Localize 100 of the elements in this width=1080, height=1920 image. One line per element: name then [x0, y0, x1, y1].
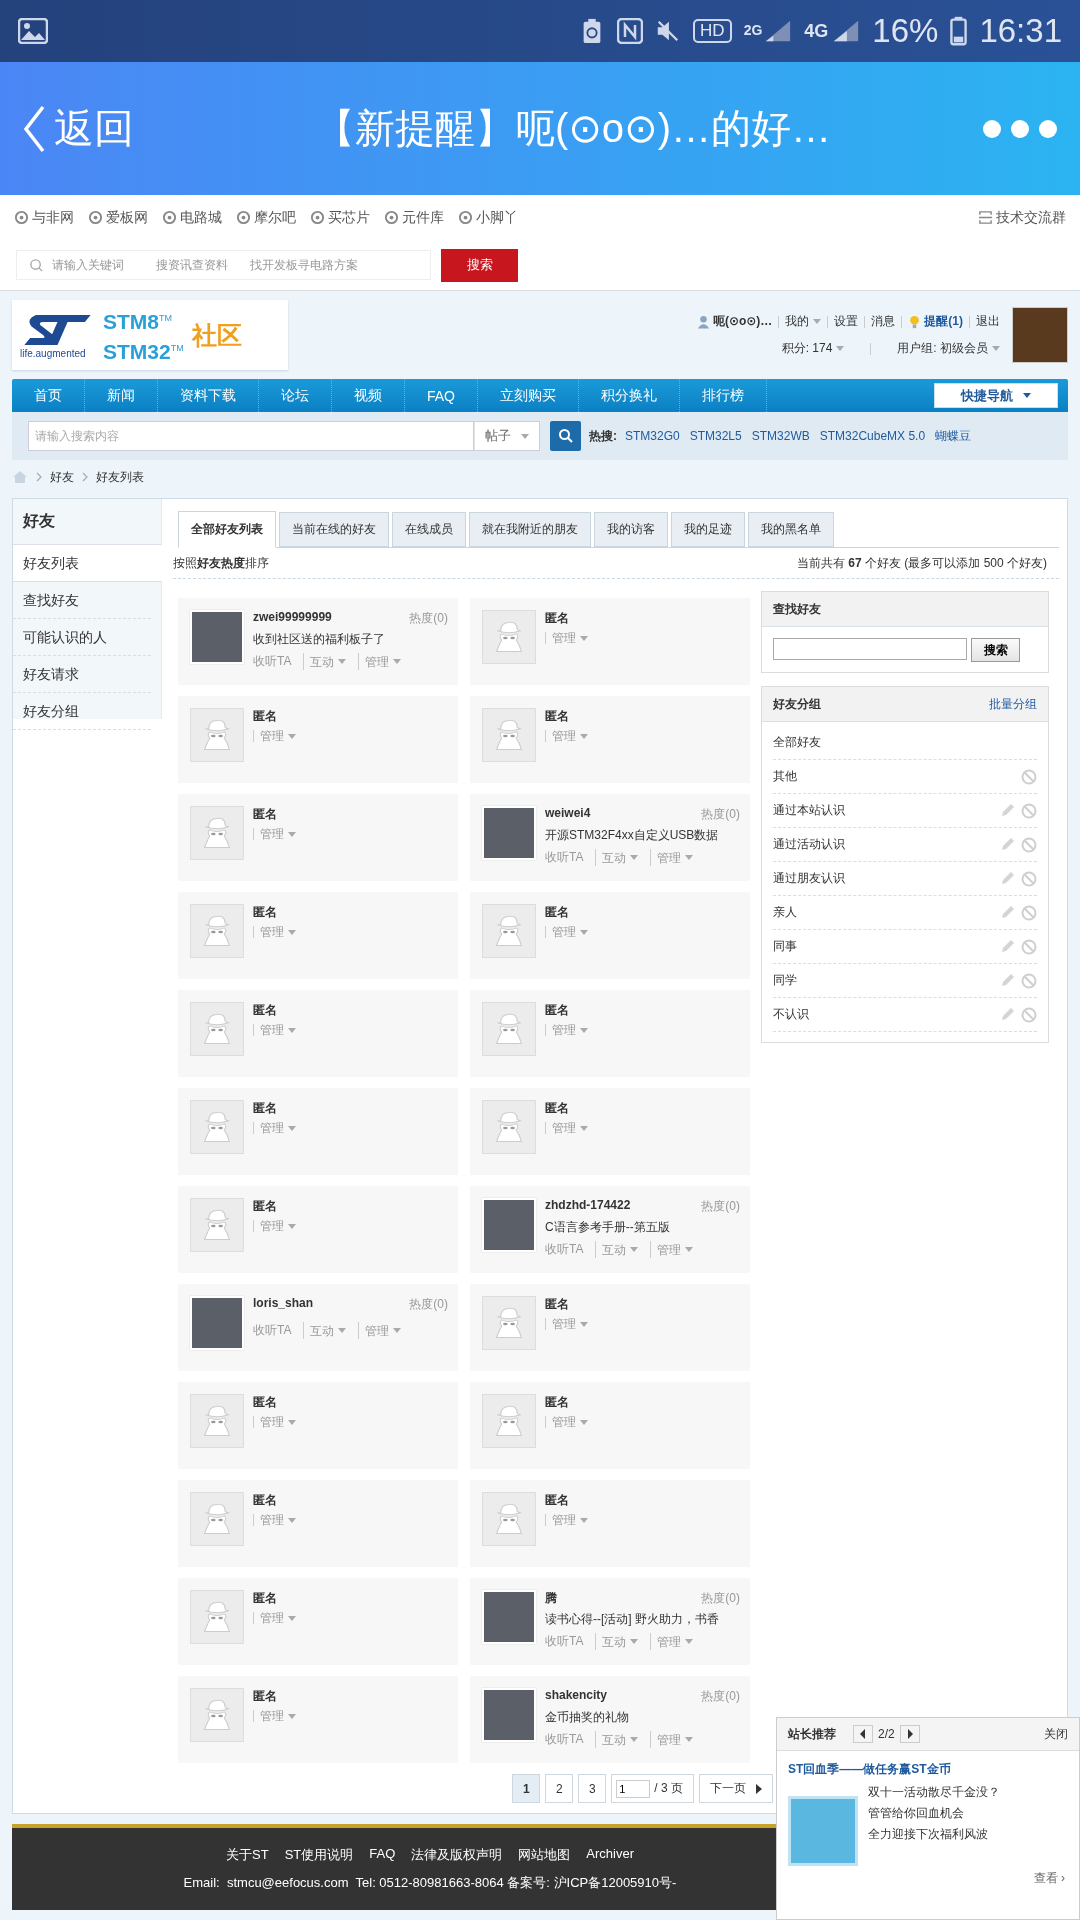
- anonymous-avatar-icon[interactable]: [190, 1688, 244, 1742]
- footer-link[interactable]: FAQ: [369, 1846, 396, 1864]
- anonymous-avatar-icon[interactable]: [482, 1296, 536, 1350]
- friend-name[interactable]: 匿名: [253, 1688, 277, 1705]
- sidebar-item[interactable]: 可能认识的人: [13, 619, 151, 656]
- alerts-link[interactable]: 提醒(1): [924, 313, 963, 330]
- search-field[interactable]: 请输入搜索内容: [28, 421, 474, 451]
- anonymous-avatar-icon[interactable]: [482, 610, 536, 664]
- tab[interactable]: 我的黑名单: [748, 512, 834, 547]
- sidebar-item[interactable]: 查找好友: [13, 582, 151, 619]
- breadcrumb-link[interactable]: 好友: [50, 468, 74, 486]
- site-link[interactable]: 摩尔吧: [236, 208, 296, 227]
- pencil-icon[interactable]: [999, 904, 1015, 921]
- friend-name[interactable]: 匿名: [545, 904, 569, 921]
- page-link[interactable]: 3: [578, 1774, 607, 1803]
- next-page-button[interactable]: 下一页: [699, 1774, 773, 1803]
- tab[interactable]: 在线成员: [392, 512, 466, 547]
- anonymous-avatar-icon[interactable]: [482, 1002, 536, 1056]
- tab[interactable]: 当前在线的好友: [279, 512, 389, 547]
- friend-name[interactable]: zhdzhd-174422: [545, 1198, 631, 1215]
- site-link[interactable]: 元件库: [384, 208, 444, 227]
- next-icon[interactable]: [899, 1725, 920, 1743]
- footer-link[interactable]: 网站地图: [518, 1846, 571, 1864]
- anonymous-avatar-icon[interactable]: [190, 1394, 244, 1448]
- friend-name[interactable]: shakencity: [545, 1688, 608, 1705]
- prohibited-icon[interactable]: [1021, 1006, 1037, 1023]
- view-more-link[interactable]: 查看 ›: [1019, 1866, 1079, 1891]
- group-item[interactable]: 同学: [773, 972, 797, 989]
- friend-name[interactable]: 匿名: [545, 1002, 569, 1019]
- tab[interactable]: 我的足迹: [671, 512, 745, 547]
- hot-search-link[interactable]: STM32G0: [625, 429, 680, 443]
- prohibited-icon[interactable]: [1021, 938, 1037, 955]
- scope-dropdown[interactable]: 帖子: [474, 421, 540, 451]
- group-item[interactable]: 通过本站认识: [773, 802, 845, 819]
- group-item[interactable]: 通过朋友认识: [773, 870, 845, 887]
- friend-name[interactable]: zwei99999999: [253, 610, 332, 627]
- anonymous-avatar-icon[interactable]: [190, 1198, 244, 1252]
- find-friend-field[interactable]: [773, 638, 967, 660]
- anonymous-avatar-icon[interactable]: [190, 1590, 244, 1644]
- messages-link[interactable]: 消息: [871, 313, 896, 330]
- friend-name[interactable]: 匿名: [545, 1394, 569, 1411]
- friend-name[interactable]: 匿名: [253, 1590, 277, 1607]
- quick-nav-button[interactable]: 快捷导航: [934, 383, 1058, 408]
- pencil-icon[interactable]: [999, 836, 1015, 853]
- group-item[interactable]: 其他: [773, 768, 797, 785]
- footer-link[interactable]: 关于ST: [226, 1846, 269, 1864]
- site-link[interactable]: 买芯片: [310, 208, 370, 227]
- prohibited-icon[interactable]: [1021, 870, 1037, 887]
- page-input-field[interactable]: 1: [616, 1779, 651, 1798]
- anonymous-avatar-icon[interactable]: [190, 1492, 244, 1546]
- pencil-icon[interactable]: [999, 938, 1015, 955]
- anonymous-avatar-icon[interactable]: [190, 904, 244, 958]
- tab[interactable]: 就在我附近的朋友: [469, 512, 591, 547]
- hot-search-link[interactable]: STM32CubeMX 5.0: [819, 429, 926, 443]
- friend-name[interactable]: 匿名: [253, 1394, 277, 1411]
- sidebar-item[interactable]: 好友列表: [13, 545, 162, 582]
- friend-name[interactable]: 腾: [545, 1590, 557, 1607]
- hot-search-link[interactable]: 蝴蝶豆: [935, 427, 972, 445]
- friend-name[interactable]: loris_shan: [253, 1296, 314, 1313]
- anonymous-avatar-icon[interactable]: [482, 1100, 536, 1154]
- close-link[interactable]: 关闭: [1044, 1725, 1068, 1743]
- promo-image-placeholder[interactable]: [788, 1796, 858, 1866]
- settings-link[interactable]: 设置: [834, 313, 859, 330]
- page-link[interactable]: 2: [545, 1774, 574, 1803]
- group-item[interactable]: 同事: [773, 938, 797, 955]
- sidebar-item[interactable]: 好友分组: [13, 693, 151, 730]
- prohibited-icon[interactable]: [1021, 972, 1037, 989]
- anonymous-avatar-icon[interactable]: [482, 904, 536, 958]
- friend-name[interactable]: 匿名: [253, 1100, 277, 1117]
- friend-name[interactable]: 匿名: [253, 1198, 277, 1215]
- breadcrumb-link[interactable]: 好友列表: [96, 468, 144, 486]
- group-item[interactable]: 通过活动认识: [773, 836, 845, 853]
- home-icon[interactable]: [12, 470, 28, 484]
- site-link[interactable]: 技术交流群: [978, 208, 1066, 227]
- group-item[interactable]: 亲人: [773, 904, 797, 921]
- search-button[interactable]: [550, 421, 581, 451]
- group-item[interactable]: 全部好友: [773, 734, 821, 751]
- headline-link[interactable]: ST回血季——做任务赢ST金币: [777, 1751, 1079, 1784]
- pencil-icon[interactable]: [999, 972, 1015, 989]
- site-link[interactable]: 小脚丫: [458, 208, 518, 227]
- anonymous-avatar-icon[interactable]: [190, 1002, 244, 1056]
- friend-name[interactable]: 匿名: [253, 806, 277, 823]
- tab[interactable]: 我的访客: [594, 512, 668, 547]
- pencil-icon[interactable]: [999, 1006, 1015, 1023]
- footer-link[interactable]: Archiver: [586, 1846, 634, 1864]
- username-link[interactable]: 呃(⊙o⊙)…: [712, 313, 773, 330]
- group-item[interactable]: 不认识: [773, 1006, 809, 1023]
- avatar-photo-placeholder[interactable]: [1012, 307, 1068, 363]
- sidebar-item[interactable]: 好友请求: [13, 656, 151, 693]
- friend-name[interactable]: 匿名: [253, 708, 277, 725]
- logout-link[interactable]: 退出: [976, 313, 1000, 330]
- friend-name[interactable]: 匿名: [253, 1002, 277, 1019]
- friend-name[interactable]: 匿名: [545, 708, 569, 725]
- site-link[interactable]: 与非网: [14, 208, 74, 227]
- site-link[interactable]: 爱板网: [88, 208, 148, 227]
- friend-name[interactable]: 匿名: [545, 1296, 569, 1313]
- previous-icon[interactable]: [853, 1725, 873, 1743]
- prohibited-icon[interactable]: [1021, 768, 1037, 785]
- site-link[interactable]: 电路城: [162, 208, 222, 227]
- more-icon[interactable]: [982, 118, 1058, 139]
